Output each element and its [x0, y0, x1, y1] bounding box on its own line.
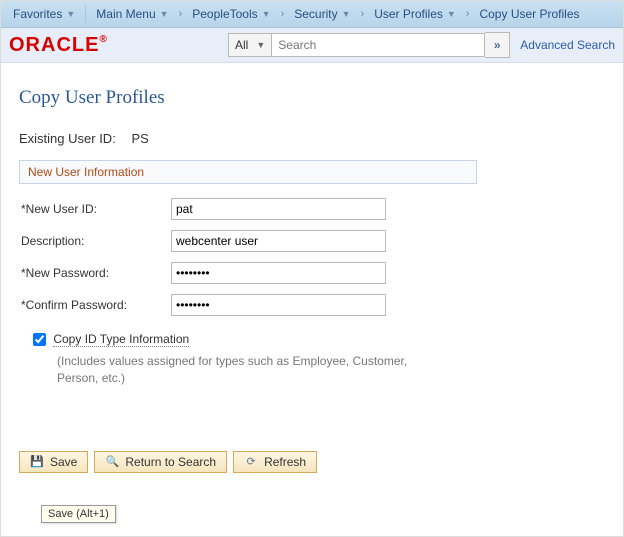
- divider: [85, 5, 86, 23]
- copy-id-type-hint: (Includes values assigned for types such…: [57, 353, 417, 387]
- header-bar: ORACLE® All ▼ » Advanced Search: [1, 28, 623, 63]
- chevron-right-icon: ›: [277, 8, 289, 20]
- confirm-password-input[interactable]: [171, 294, 386, 316]
- breadcrumb-user-profiles[interactable]: User Profiles ▼: [368, 1, 462, 27]
- page-title: Copy User Profiles: [19, 87, 605, 109]
- return-button-label: Return to Search: [125, 455, 216, 469]
- chevron-right-icon: ›: [462, 8, 474, 20]
- chevron-down-icon: ▼: [256, 40, 265, 50]
- oracle-logo: ORACLE®: [9, 34, 108, 57]
- button-bar: 💾 Save 🔍 Return to Search ⟳ Refresh: [19, 451, 605, 473]
- save-icon: 💾: [30, 455, 44, 469]
- existing-user-value: PS: [131, 131, 148, 146]
- section-header-new-user-info: New User Information: [19, 160, 477, 184]
- breadcrumb-peopletools[interactable]: PeopleTools ▼: [186, 1, 276, 27]
- search-go-button[interactable]: »: [485, 32, 510, 58]
- chevron-down-icon: ▼: [66, 9, 75, 19]
- chevron-down-icon: ▼: [342, 9, 351, 19]
- advanced-search-link[interactable]: Advanced Search: [520, 38, 615, 52]
- double-chevron-right-icon: »: [494, 38, 501, 52]
- favorites-menu[interactable]: Favorites ▼: [7, 1, 81, 27]
- breadcrumb-label: User Profiles: [374, 7, 443, 21]
- breadcrumb-copy-user-profiles[interactable]: Copy User Profiles: [473, 1, 585, 27]
- new-user-id-label: *New User ID:: [19, 202, 171, 216]
- refresh-button[interactable]: ⟳ Refresh: [233, 451, 317, 473]
- breadcrumb-label: Copy User Profiles: [479, 7, 579, 21]
- search-scope-select[interactable]: All ▼: [228, 33, 272, 57]
- chevron-down-icon: ▼: [447, 9, 456, 19]
- confirm-password-label: *Confirm Password:: [19, 298, 171, 312]
- chevron-down-icon: ▼: [262, 9, 271, 19]
- breadcrumb-main-menu[interactable]: Main Menu ▼: [90, 1, 174, 27]
- existing-user-label: Existing User ID:: [19, 131, 116, 146]
- description-input[interactable]: [171, 230, 386, 252]
- new-user-id-input[interactable]: [171, 198, 386, 220]
- copy-id-type-checkbox[interactable]: [33, 333, 46, 346]
- search-input[interactable]: [272, 33, 485, 57]
- new-password-input[interactable]: [171, 262, 386, 284]
- save-button-label: Save: [50, 455, 77, 469]
- refresh-button-label: Refresh: [264, 455, 306, 469]
- new-password-label: *New Password:: [19, 266, 171, 280]
- save-button[interactable]: 💾 Save: [19, 451, 88, 473]
- chevron-right-icon: ›: [357, 8, 369, 20]
- return-to-search-button[interactable]: 🔍 Return to Search: [94, 451, 227, 473]
- breadcrumb-security[interactable]: Security ▼: [288, 1, 356, 27]
- existing-user-row: Existing User ID: PS: [19, 131, 605, 146]
- chevron-down-icon: ▼: [160, 9, 169, 19]
- search-icon: 🔍: [105, 455, 119, 469]
- breadcrumb-label: PeopleTools: [192, 7, 257, 21]
- favorites-label: Favorites: [13, 7, 62, 21]
- search-scope-label: All: [235, 38, 248, 52]
- save-tooltip: Save (Alt+1): [41, 505, 116, 523]
- copy-id-type-label[interactable]: Copy ID Type Information: [53, 332, 189, 347]
- breadcrumb-bar: Favorites ▼ Main Menu ▼ › PeopleTools ▼ …: [1, 1, 623, 28]
- description-label: Description:: [19, 234, 171, 248]
- page-content: Copy User Profiles Existing User ID: PS …: [1, 63, 623, 491]
- chevron-right-icon: ›: [175, 8, 187, 20]
- breadcrumb-label: Main Menu: [96, 7, 155, 21]
- breadcrumb-label: Security: [294, 7, 337, 21]
- refresh-icon: ⟳: [244, 455, 258, 469]
